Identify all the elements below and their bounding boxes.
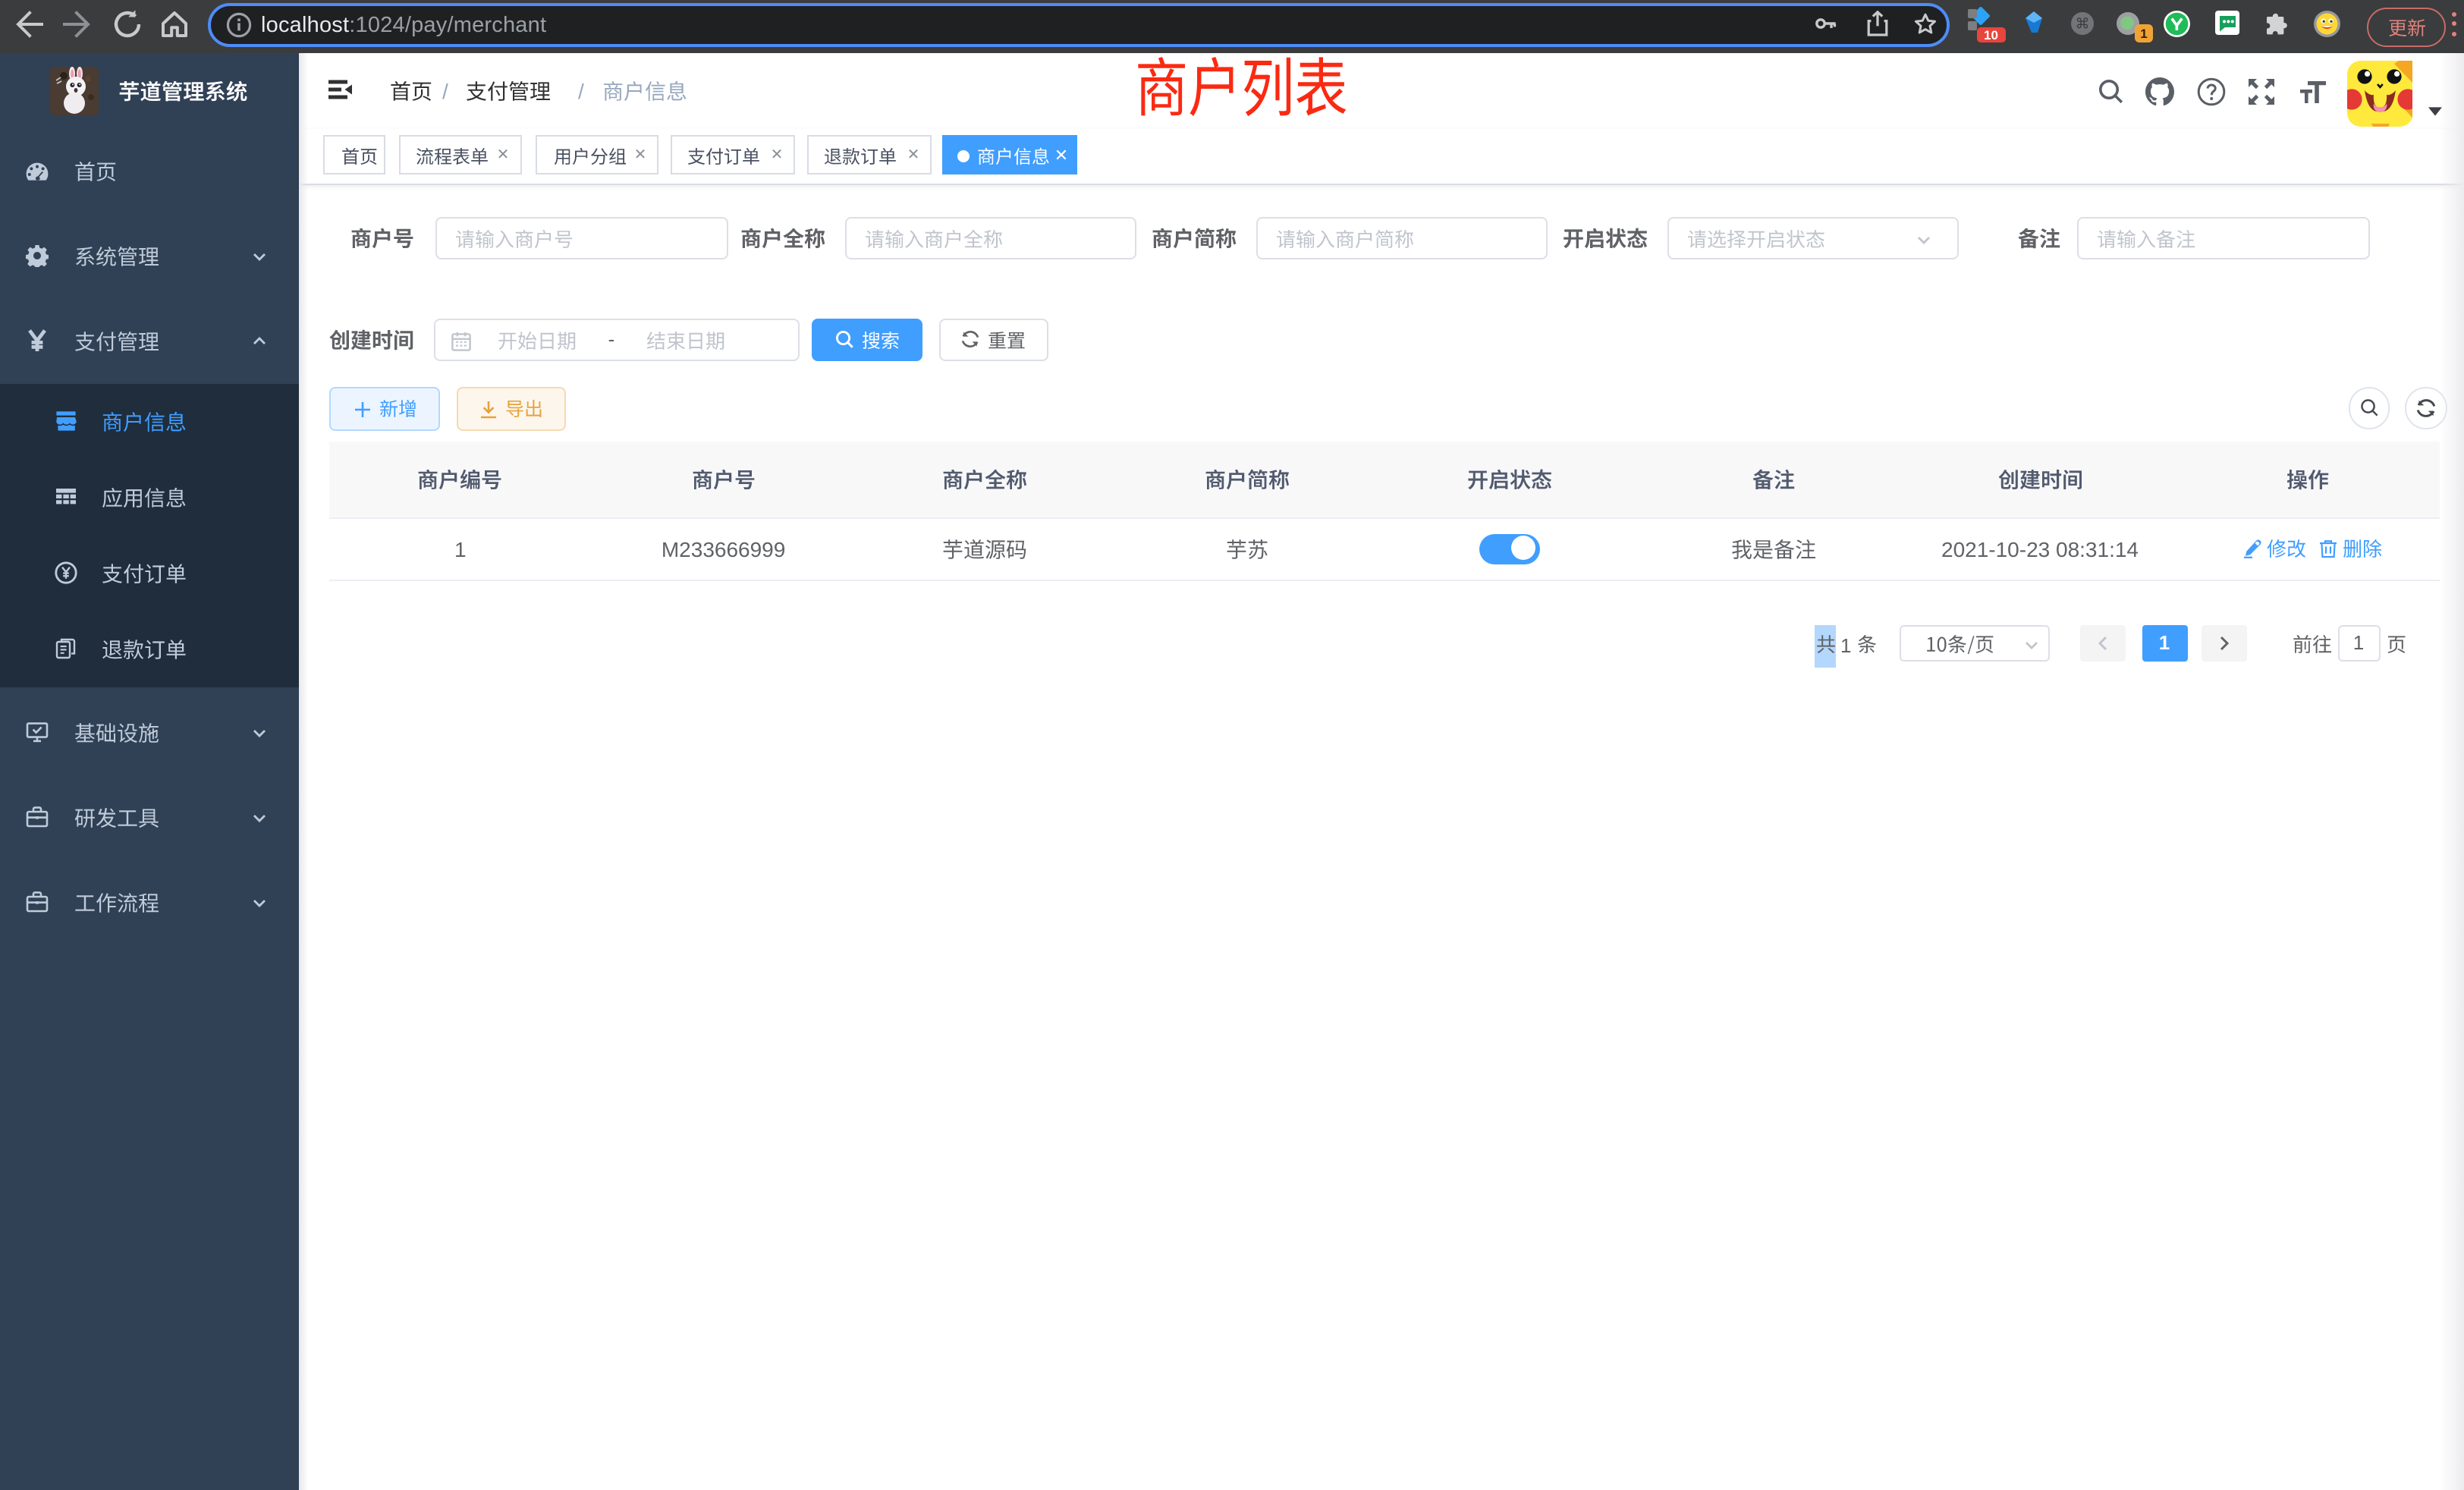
svg-text:⌘: ⌘ [2075,17,2089,33]
